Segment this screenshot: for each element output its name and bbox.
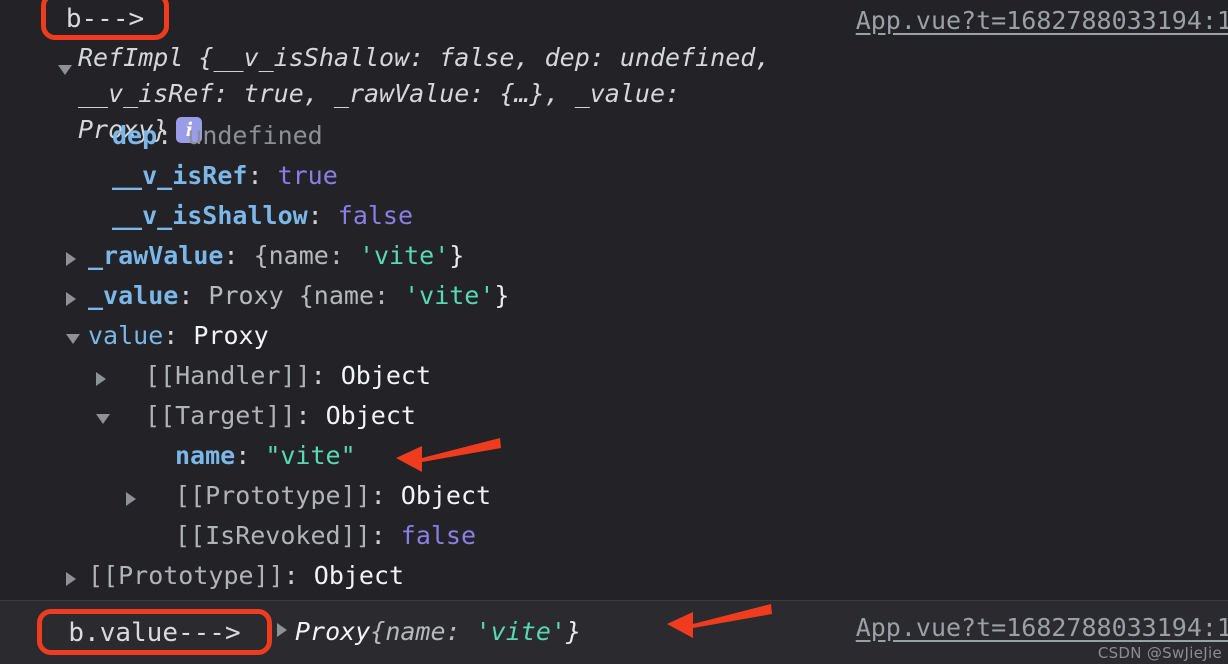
result-prop-close: } (565, 617, 581, 646)
annotation-label-b: b---> (41, 0, 169, 40)
property-row[interactable]: [[Prototype]]: Object (0, 556, 1228, 596)
devtools-console-panel: App.vue?t=1682788033194:1 RefImpl {__v_i… (0, 0, 1228, 664)
object-property-tree: dep: undefined __v_isRef: true __v_isShall… (0, 116, 1228, 596)
property-value: false (400, 521, 477, 550)
property-value: Object (313, 561, 405, 590)
property-name: name (175, 441, 236, 470)
result-object-preview[interactable]: Proxy{name: 'vite'} (277, 614, 581, 650)
property-row[interactable]: __v_isShallow: false (0, 196, 1228, 236)
property-value: Proxy (193, 321, 269, 350)
result-prop-value: 'vite' (475, 617, 566, 646)
result-class-name: Proxy (295, 617, 371, 646)
result-prop-open: {name: (370, 617, 476, 646)
watermark: CSDN @SwJieJie (1097, 644, 1222, 662)
property-row[interactable]: [[Prototype]]: Object (0, 476, 1228, 516)
property-value: Object (340, 361, 431, 390)
property-row[interactable]: dep: undefined (0, 116, 1228, 156)
property-name: __v_isShallow (112, 201, 308, 230)
property-row[interactable]: [[Handler]]: Object (0, 356, 1228, 396)
property-name: __v_isRef (112, 161, 248, 190)
property-separator: : (283, 561, 314, 590)
property-value: undefined (187, 121, 323, 150)
property-name: _value (88, 281, 179, 310)
chevron-right-icon[interactable] (126, 492, 136, 506)
chevron-down-icon[interactable] (96, 414, 110, 424)
property-separator: : (370, 521, 401, 550)
property-name: _rawValue (88, 241, 224, 270)
property-row[interactable]: name: "vite" (0, 436, 1228, 476)
property-name: [[Prototype]] (175, 481, 371, 510)
source-link-bottom[interactable]: App.vue?t=1682788033194:1 (856, 613, 1228, 642)
property-name: [[IsRevoked]] (175, 521, 371, 550)
chevron-down-icon[interactable] (58, 65, 72, 75)
property-name: [[Prototype]] (88, 561, 284, 590)
chevron-right-icon[interactable] (66, 252, 76, 266)
source-link-top[interactable]: App.vue?t=1682788033194:1 (856, 6, 1228, 35)
property-value: true (277, 161, 338, 190)
chevron-right-icon[interactable] (96, 372, 106, 386)
property-separator: : (157, 121, 188, 150)
property-separator: : (370, 481, 401, 510)
property-name: [[Handler]] (145, 361, 311, 390)
property-value: false (337, 201, 414, 230)
property-row[interactable]: [[IsRevoked]]: false (0, 516, 1228, 556)
property-separator: : (223, 241, 254, 270)
property-row[interactable]: [[Target]]: Object (0, 396, 1228, 436)
property-value: Object (400, 481, 492, 510)
property-row[interactable]: value: Proxy (0, 316, 1228, 356)
chevron-right-icon[interactable] (66, 292, 76, 306)
annotation-label-b-value: b.value---> (37, 609, 272, 655)
property-row[interactable]: _value: Proxy {name: 'vite'} (0, 276, 1228, 316)
chevron-down-icon[interactable] (66, 334, 80, 344)
property-separator: : (163, 321, 194, 350)
chevron-right-icon[interactable] (66, 572, 76, 586)
property-name: [[Target]] (145, 401, 296, 430)
property-separator: : (247, 161, 278, 190)
property-separator: : (310, 361, 341, 390)
property-name: dep (112, 121, 158, 150)
property-row[interactable]: _rawValue: {name: 'vite'} (0, 236, 1228, 276)
console-message-group: App.vue?t=1682788033194:1 RefImpl {__v_i… (0, 0, 1228, 144)
property-separator: : (307, 201, 338, 230)
property-separator: : (178, 281, 209, 310)
property-name: value (88, 321, 164, 350)
property-value: "vite" (265, 441, 356, 470)
property-value: {name: 'vite'} (253, 241, 465, 270)
property-value: Object (325, 401, 416, 430)
property-separator: : (295, 401, 326, 430)
property-separator: : (235, 441, 266, 470)
chevron-right-icon[interactable] (277, 623, 287, 637)
property-row[interactable]: __v_isRef: true (0, 156, 1228, 196)
property-value: Proxy {name: 'vite'} (208, 281, 510, 310)
